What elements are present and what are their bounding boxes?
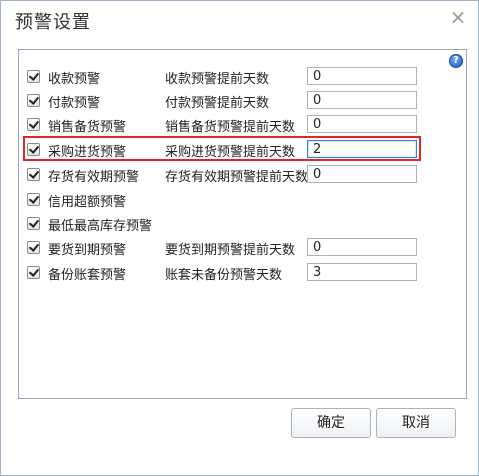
settings-panel: ? 收款预警 收款预警提前天数 付款预警 付款预警提前天数 销售备货预警 销售备… (18, 49, 467, 399)
sales-stock-warning-label: 销售备货预警 (48, 120, 127, 135)
demand-due-days-input[interactable] (307, 238, 417, 256)
sales-stock-days-input[interactable] (307, 115, 417, 133)
payment-days-input[interactable] (307, 91, 417, 109)
receipt-days-label: 收款预警提前天数 (165, 72, 270, 87)
warning-settings-dialog: 预警设置 × ? 收款预警 收款预警提前天数 付款预警 付款预警提前天数 销售备… (0, 0, 479, 476)
ok-button[interactable]: 确定 (291, 408, 371, 438)
receipt-warning-label: 收款预警 (48, 72, 101, 87)
warning-row-credit: 信用超额预警 (19, 190, 464, 210)
warning-row-receipt: 收款预警 收款预警提前天数 (19, 67, 464, 87)
credit-warning-checkbox[interactable] (27, 193, 40, 206)
dialog-title: 预警设置 (15, 12, 91, 33)
warning-row-payment: 付款预警 付款预警提前天数 (19, 91, 464, 111)
backup-days-label: 账套未备份预警天数 (165, 268, 283, 283)
credit-warning-label: 信用超额预警 (48, 195, 127, 210)
warning-row-expiry: 存货有效期预警 存货有效期预警提前天数 (19, 165, 464, 185)
receipt-days-input[interactable] (307, 67, 417, 85)
payment-warning-label: 付款预警 (48, 96, 101, 111)
payment-warning-checkbox[interactable] (27, 94, 40, 107)
backup-days-input[interactable] (307, 263, 417, 281)
warning-row-backup: 备份账套预警 账套未备份预警天数 (19, 263, 464, 283)
cancel-button[interactable]: 取消 (376, 408, 456, 438)
backup-warning-label: 备份账套预警 (48, 268, 127, 283)
demand-due-days-label: 要货到期预警提前天数 (165, 243, 296, 258)
title-bar: 预警设置 × (1, 1, 478, 37)
sales-stock-warning-checkbox[interactable] (27, 118, 40, 131)
receipt-warning-checkbox[interactable] (27, 70, 40, 83)
warning-row-demand-due: 要货到期预警 要货到期预警提前天数 (19, 238, 464, 258)
expiry-days-input[interactable] (307, 165, 417, 183)
stock-limit-warning-checkbox[interactable] (27, 217, 40, 230)
payment-days-label: 付款预警提前天数 (165, 96, 270, 111)
close-icon[interactable]: × (448, 7, 468, 27)
sales-stock-days-label: 销售备货预警提前天数 (165, 120, 296, 135)
warning-row-stock-limit: 最低最高库存预警 (19, 214, 464, 234)
highlight-annotation-box (23, 136, 421, 161)
expiry-warning-label: 存货有效期预警 (48, 170, 140, 185)
backup-warning-checkbox[interactable] (27, 266, 40, 279)
demand-due-warning-checkbox[interactable] (27, 241, 40, 254)
help-icon[interactable]: ? (449, 54, 463, 68)
stock-limit-warning-label: 最低最高库存预警 (48, 219, 153, 234)
demand-due-warning-label: 要货到期预警 (48, 243, 127, 258)
warning-row-sales-stock: 销售备货预警 销售备货预警提前天数 (19, 115, 464, 135)
expiry-warning-checkbox[interactable] (27, 168, 40, 181)
expiry-days-label: 存货有效期预警提前天数 (165, 170, 309, 185)
